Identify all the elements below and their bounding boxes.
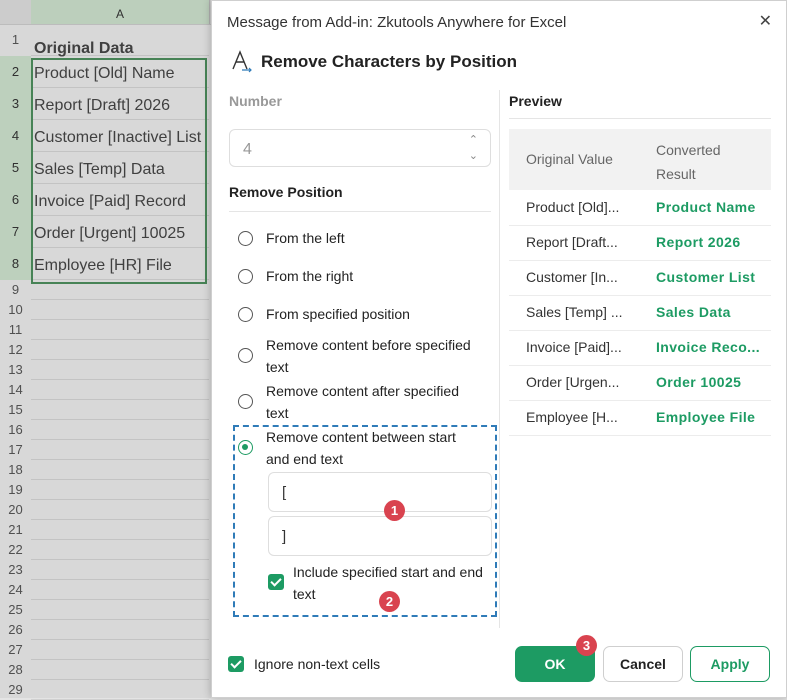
option-remove-after-text[interactable]: Remove content after specified text <box>238 380 478 424</box>
preview-divider <box>509 118 771 119</box>
option-remove-before-text[interactable]: Remove content before specified text <box>238 334 478 378</box>
remove-position-label: Remove Position <box>229 184 343 200</box>
end-text-field[interactable]: ] <box>268 516 492 556</box>
option-label: Remove content before specified text <box>266 337 471 375</box>
cancel-button[interactable]: Cancel <box>603 646 683 682</box>
preview-converted-result: Report 2026 <box>656 234 741 250</box>
dialog-title: Message from Add-in: Zkutools Anywhere f… <box>227 14 567 31</box>
ignore-non-text-checkbox[interactable] <box>228 656 244 672</box>
number-input[interactable]: 4 ⌃ ⌄ <box>229 129 491 167</box>
option-from-specified-position[interactable]: From specified position <box>238 303 478 325</box>
apply-button[interactable]: Apply <box>690 646 770 682</box>
text-position-icon <box>232 50 252 73</box>
preview-original-value: Customer [In... <box>526 269 618 285</box>
column-converted-result: Converted Result <box>656 142 721 182</box>
preview-original-value: Employee [H... <box>526 409 618 425</box>
radio-button[interactable] <box>238 231 253 246</box>
preview-original-value: Product [Old]... <box>526 199 620 215</box>
radio-button[interactable] <box>238 348 253 363</box>
option-label: Remove content after specified text <box>266 383 459 421</box>
ignore-non-text-label: Ignore non-text cells <box>254 656 381 672</box>
preview-converted-result: Order 10025 <box>656 374 742 390</box>
option-label: From specified position <box>266 306 410 322</box>
column-original-value: Original Value <box>526 151 613 167</box>
preview-converted-result: Customer List <box>656 269 756 285</box>
preview-row: Order [Urgen... Order 10025 <box>509 365 771 401</box>
start-text-value: [ <box>282 484 287 501</box>
include-start-end-checkbox[interactable] <box>268 574 284 590</box>
radio-button-selected[interactable] <box>238 440 253 455</box>
preview-converted-result: Invoice Reco... <box>656 339 761 355</box>
end-text-value: ] <box>282 528 287 545</box>
number-label: Number <box>229 93 282 109</box>
vertical-divider <box>499 90 500 628</box>
preview-converted-result: Sales Data <box>656 304 731 320</box>
preview-row: Invoice [Paid]... Invoice Reco... <box>509 330 771 366</box>
spin-down-icon[interactable]: ⌄ <box>469 149 478 162</box>
preview-original-value: Invoice [Paid]... <box>526 339 622 355</box>
preview-row: Employee [H... Employee File <box>509 400 771 436</box>
preview-original-value: Order [Urgen... <box>526 374 620 390</box>
option-from-left[interactable]: From the left <box>238 227 478 249</box>
start-text-field[interactable]: [ <box>268 472 492 512</box>
preview-original-value: Sales [Temp] ... <box>526 304 623 320</box>
preview-label: Preview <box>509 93 562 109</box>
preview-row: Customer [In... Customer List <box>509 260 771 296</box>
radio-button[interactable] <box>238 394 253 409</box>
preview-row: Report [Draft... Report 2026 <box>509 225 771 261</box>
preview-converted-result: Product Name <box>656 199 756 215</box>
step-badge-3: 3 <box>576 635 597 656</box>
step-badge-1: 1 <box>384 500 405 521</box>
option-from-right[interactable]: From the right <box>238 265 478 287</box>
preview-row: Product [Old]... Product Name <box>509 190 771 226</box>
number-value: 4 <box>243 141 252 158</box>
radio-button[interactable] <box>238 307 253 322</box>
preview-original-value: Report [Draft... <box>526 234 618 250</box>
step-badge-2: 2 <box>379 591 400 612</box>
preview-row: Sales [Temp] ... Sales Data <box>509 295 771 331</box>
preview-table-header: Original Value Converted Result <box>509 129 771 190</box>
option-label: From the right <box>266 268 354 284</box>
spin-up-icon[interactable]: ⌃ <box>469 133 478 146</box>
preview-converted-result: Employee File <box>656 409 756 425</box>
option-label: From the left <box>266 230 345 246</box>
close-icon[interactable]: ✕ <box>759 11 772 31</box>
dialog-heading: Remove Characters by Position <box>261 52 518 71</box>
option-label: Remove content between start and end tex… <box>266 429 456 467</box>
option-remove-between-text[interactable]: Remove content between start and end tex… <box>238 426 478 470</box>
radio-button[interactable] <box>238 269 253 284</box>
remove-characters-dialog: Message from Add-in: Zkutools Anywhere f… <box>211 0 787 698</box>
divider <box>229 211 491 212</box>
